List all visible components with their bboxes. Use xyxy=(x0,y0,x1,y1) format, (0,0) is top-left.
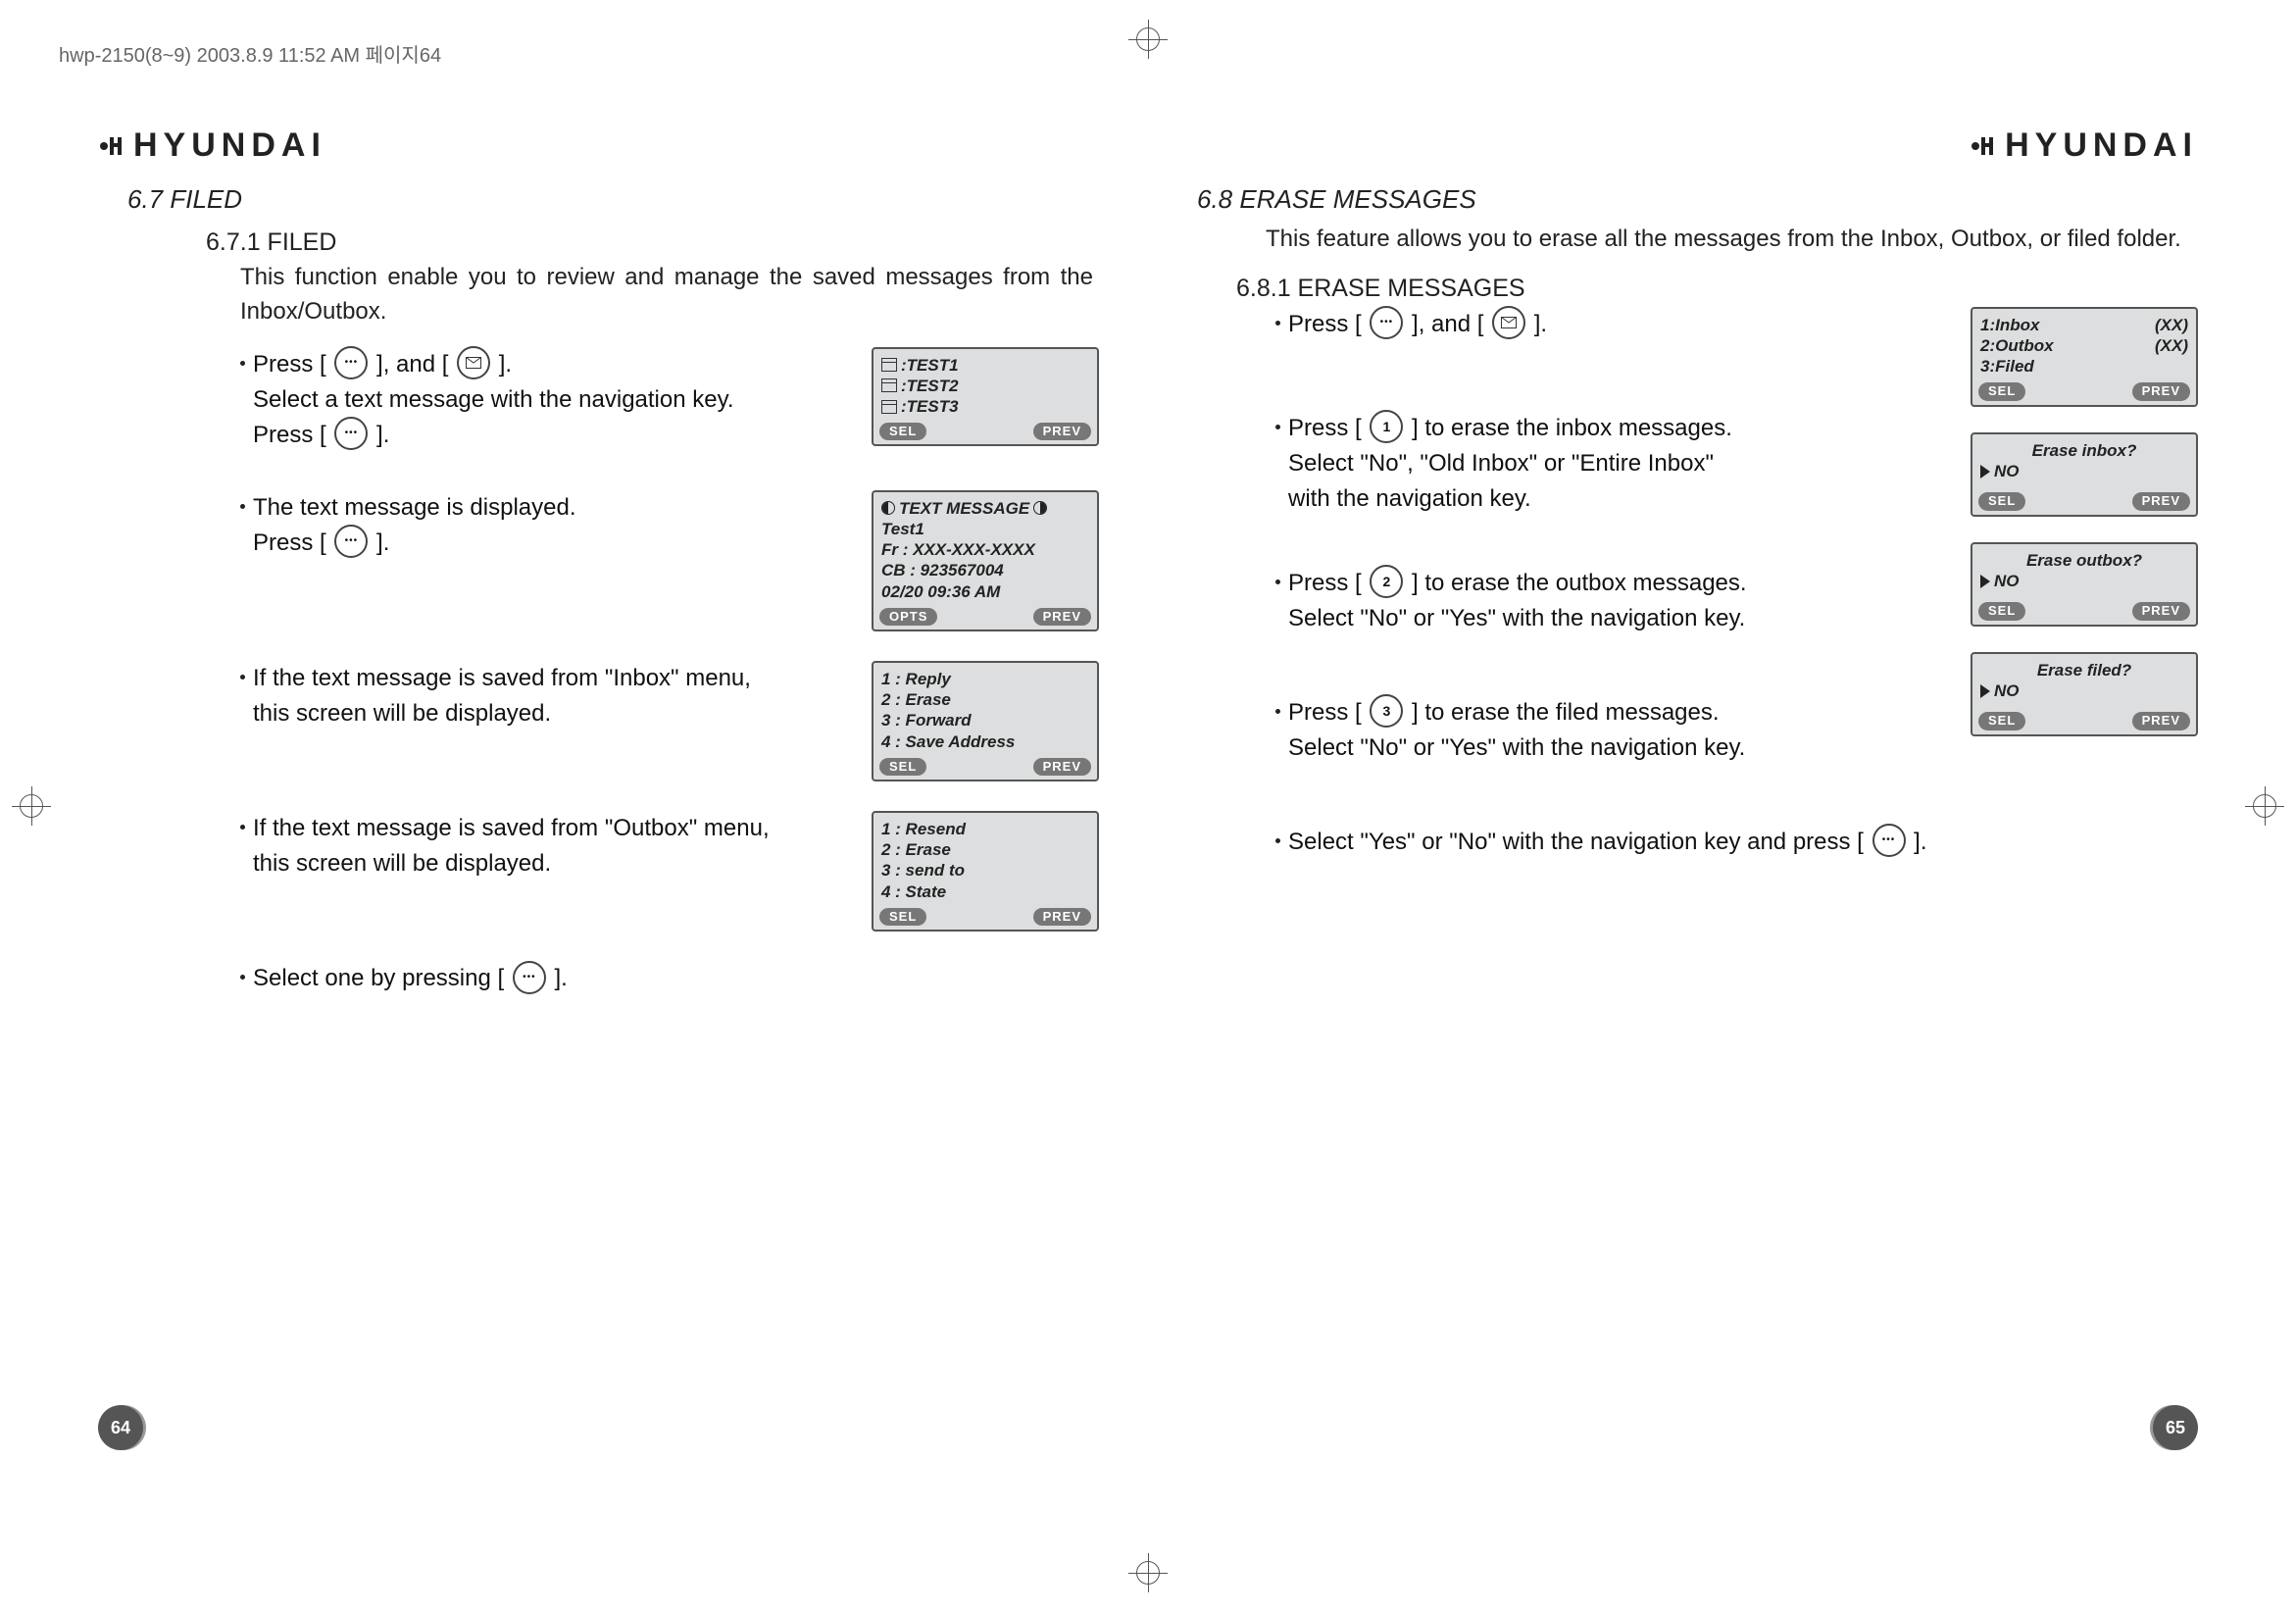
menu-key-icon xyxy=(334,525,368,558)
softkey-prev: PREV xyxy=(2132,382,2190,400)
page-left: HYUNDAI 6.7 FILED 6.7.1 FILED This funct… xyxy=(98,126,1099,1450)
triangle-right-icon xyxy=(1980,465,1990,479)
instruction-text: Select "Yes" or "No" with the navigation… xyxy=(1288,825,1927,860)
menu-key-icon xyxy=(1370,306,1403,339)
softkey-prev: PREV xyxy=(1033,423,1091,440)
nav-left-icon xyxy=(881,501,895,515)
page-number-left: 64 xyxy=(98,1405,143,1450)
instruction-text: Press [ 1 ] to erase the inbox messages.… xyxy=(1288,411,1732,517)
triangle-right-icon xyxy=(1980,684,1990,698)
file-icon xyxy=(881,378,897,392)
instruction-text: Press [ 3 ] to erase the filed messages.… xyxy=(1288,695,1745,766)
softkey-sel: SEL xyxy=(879,758,926,776)
section-title-6-8: 6.8 ERASE MESSAGES xyxy=(1197,184,2198,215)
phone-screen-erase-inbox: Erase inbox? NO SELPREV xyxy=(1971,432,2198,517)
page-number-right: 65 xyxy=(2153,1405,2198,1450)
phone-screen-outbox-options: 1 : Resend 2 : Erase 3 : send to 4 : Sta… xyxy=(872,811,1099,932)
softkey-prev: PREV xyxy=(1033,608,1091,626)
softkey-prev: PREV xyxy=(1033,758,1091,776)
softkey-opts: OPTS xyxy=(879,608,937,626)
key-3-icon: 3 xyxy=(1370,694,1403,728)
phone-screen-erase-menu: 1:Inbox(XX) 2:Outbox(XX) 3:Filed SELPREV xyxy=(1971,307,2198,407)
nav-right-icon xyxy=(1033,501,1047,515)
page-right: HYUNDAI 6.8 ERASE MESSAGES This feature … xyxy=(1197,126,2198,1450)
section-desc-6-8: This feature allows you to erase all the… xyxy=(1266,223,2198,257)
instruction-text: If the text message is saved from "Outbo… xyxy=(253,811,770,882)
file-icon xyxy=(881,358,897,372)
crop-mark-left xyxy=(12,786,51,826)
menu-key-icon xyxy=(513,961,546,994)
softkey-prev: PREV xyxy=(2132,712,2190,730)
bullet-dot xyxy=(240,361,245,366)
softkey-sel: SEL xyxy=(1978,492,2025,510)
softkey-prev: PREV xyxy=(2132,492,2190,510)
key-1-icon: 1 xyxy=(1370,410,1403,443)
envelope-key-icon xyxy=(1492,306,1525,339)
instruction-text: If the text message is saved from "Inbox… xyxy=(253,661,751,731)
brand-logo-right: HYUNDAI xyxy=(1197,126,2198,165)
subsection-6-8-1: 6.8.1 ERASE MESSAGES xyxy=(1236,275,2198,303)
menu-key-icon xyxy=(334,417,368,450)
softkey-prev: PREV xyxy=(2132,602,2190,620)
crop-mark-right xyxy=(2245,786,2284,826)
phone-screen-erase-filed: Erase filed? NO SELPREV xyxy=(1971,652,2198,736)
crop-mark-bottom xyxy=(1128,1553,1168,1592)
key-2-icon: 2 xyxy=(1370,565,1403,598)
instruction-text: Press [ ], and [ ]. Select a text messag… xyxy=(253,347,734,453)
instruction-text: Press [ 2 ] to erase the outbox messages… xyxy=(1288,566,1747,636)
menu-key-icon xyxy=(334,346,368,379)
softkey-sel: SEL xyxy=(1978,712,2025,730)
menu-key-icon xyxy=(1872,824,1906,857)
instruction-text: Select one by pressing [ ]. xyxy=(253,961,568,996)
triangle-right-icon xyxy=(1980,575,1990,588)
phone-screen-text-message: TEXT MESSAGE Test1 Fr : XXX-XXX-XXXX CB … xyxy=(872,490,1099,631)
phone-screen-inbox-options: 1 : Reply 2 : Erase 3 : Forward 4 : Save… xyxy=(872,661,1099,781)
instruction-text: Press [ ], and [ ]. xyxy=(1288,307,1547,342)
subsection-desc: This function enable you to review and m… xyxy=(240,261,1093,329)
section-title-6-7: 6.7 FILED xyxy=(127,184,1099,215)
brand-text: HYUNDAI xyxy=(133,126,326,165)
softkey-sel: SEL xyxy=(1978,382,2025,400)
brand-logo-left: HYUNDAI xyxy=(98,126,1099,165)
envelope-key-icon xyxy=(457,346,490,379)
phone-screen-erase-outbox: Erase outbox? NO SELPREV xyxy=(1971,542,2198,627)
softkey-sel: SEL xyxy=(879,908,926,926)
instruction-text: The text message is displayed. Press [ ]… xyxy=(253,490,576,561)
crop-mark-top xyxy=(1128,20,1168,59)
softkey-sel: SEL xyxy=(879,423,926,440)
phone-screen-filed-list: :TEST1 :TEST2 :TEST3 SELPREV xyxy=(872,347,1099,447)
softkey-sel: SEL xyxy=(1978,602,2025,620)
brand-text: HYUNDAI xyxy=(2005,126,2198,165)
subsection-6-7-1: 6.7.1 FILED xyxy=(206,228,1099,257)
file-icon xyxy=(881,400,897,414)
softkey-prev: PREV xyxy=(1033,908,1091,926)
